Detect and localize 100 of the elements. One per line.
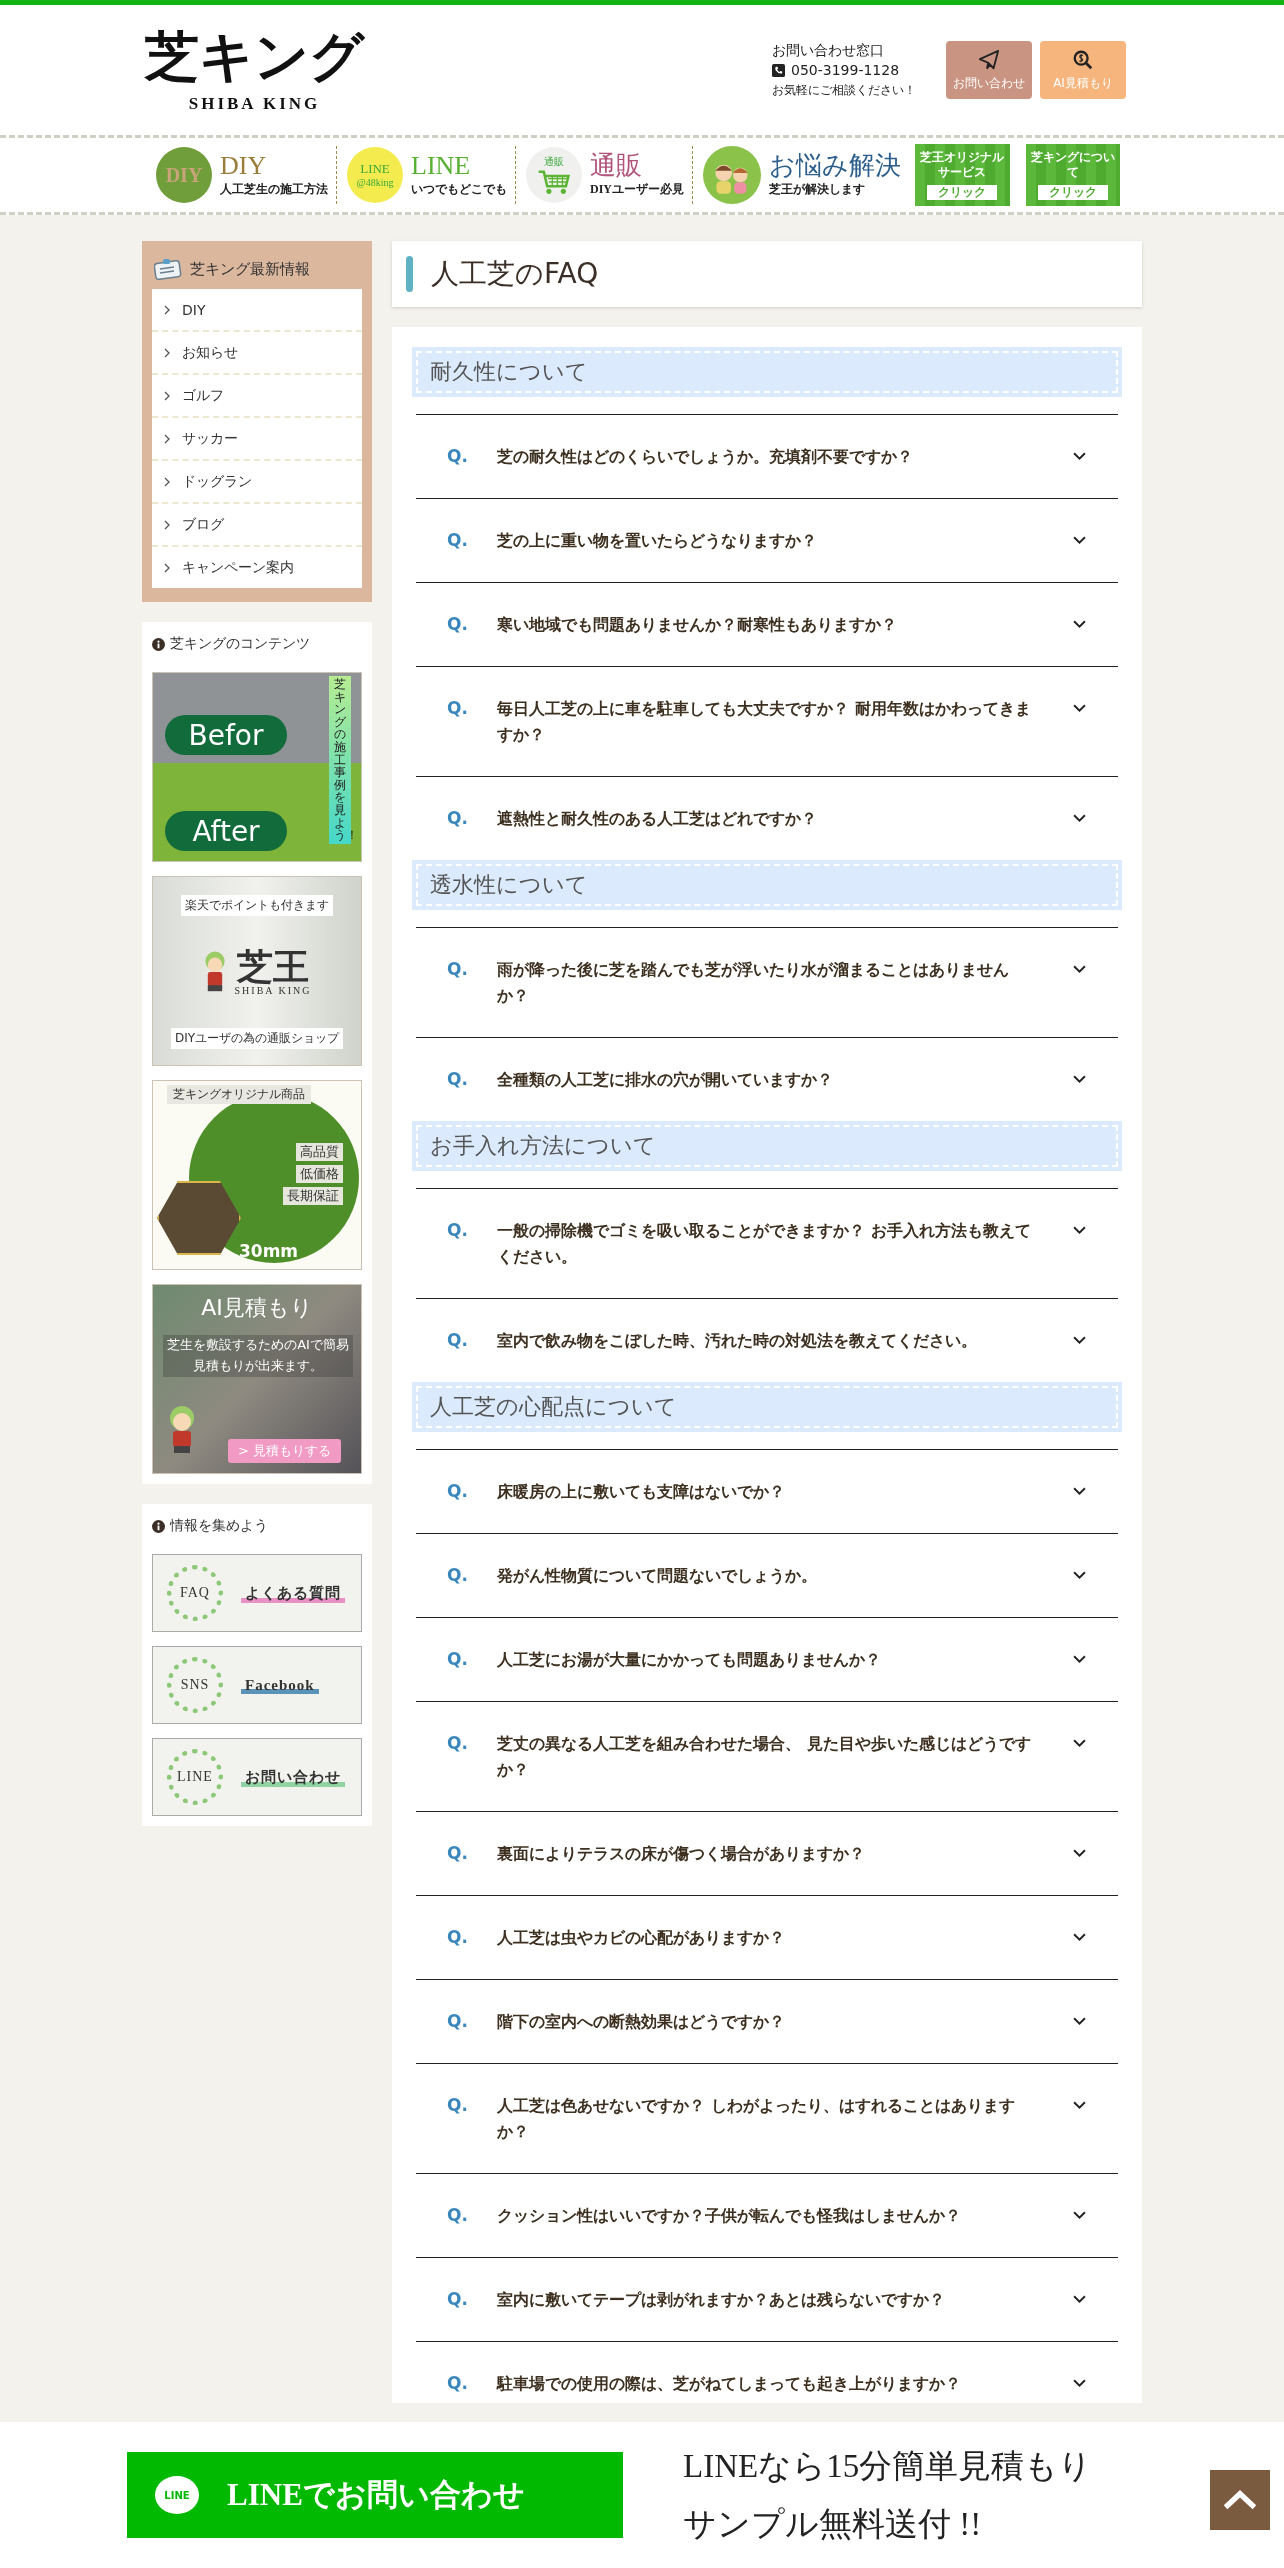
category-link[interactable]: ドッグラン (152, 461, 362, 504)
banner-tag: 低価格 (296, 1165, 343, 1183)
chevron-right-icon (164, 519, 170, 530)
chevron-down-icon (1073, 2211, 1086, 2220)
q-marker: Q. (447, 1732, 469, 1755)
nav-title[interactable]: DIY (220, 152, 328, 181)
question-text: 全種類の人工芝に排水の穴が開いていますか？ (497, 1069, 834, 1091)
chevron-down-icon (1073, 1849, 1086, 1858)
before-after-banner[interactable]: Befor After 芝キングの施工事例を見よう！ (152, 672, 362, 862)
category-link[interactable]: サッカー (152, 418, 362, 461)
faq-question[interactable]: Q. 寒い地域でも問題ありませんか？耐寒性もありますか？ (416, 582, 1118, 666)
question-text: 寒い地域でも問題ありませんか？耐寒性もありますか？ (497, 614, 898, 636)
line-logo-icon: LINE (155, 2476, 199, 2514)
chevron-right-icon (164, 562, 170, 573)
nav-title[interactable]: お悩み解決 (769, 152, 901, 181)
people-icon (703, 146, 761, 204)
section-heading: 耐久性について (412, 347, 1122, 397)
nav-subtitle: 人工芝生の施工方法 (220, 180, 328, 198)
chevron-right-icon (164, 347, 170, 358)
chevron-down-icon (1073, 814, 1086, 823)
banner-tag: 高品質 (296, 1143, 343, 1161)
banner-label: 楽天でポイントも付きます (181, 895, 333, 916)
faq-question[interactable]: Q. 裏面によりテラスの床が傷つく場合がありますか？ (416, 1811, 1118, 1895)
q-marker: Q. (447, 1926, 469, 1949)
q-marker: Q. (447, 1219, 469, 1242)
faq-question[interactable]: Q. 床暖房の上に敷いても支障はないでか？ (416, 1449, 1118, 1533)
faq-question[interactable]: Q. 雨が降った後に芝を踏んでも芝が浮いたり水が溜まることはありませんか？ (416, 927, 1118, 1037)
faq-question[interactable]: Q. 人工芝にお湯が大量にかかっても問題ありませんか？ (416, 1617, 1118, 1701)
banner-label: 30mm (239, 1241, 299, 1261)
faq-question[interactable]: Q. 発がん性物質について問題ないでしょうか。 (416, 1533, 1118, 1617)
q-marker: Q. (447, 1480, 469, 1503)
faq-question[interactable]: Q. クッション性はいいですか？子供が転んでも怪我はしませんか？ (416, 2173, 1118, 2257)
chevron-down-icon (1073, 2101, 1086, 2110)
q-marker: Q. (447, 2094, 469, 2117)
question-text: 室内で飲み物をこぼした時、汚れた時の対処法を教えてください。 (497, 1330, 978, 1352)
q-marker: Q. (447, 1068, 469, 1091)
q-marker: Q. (447, 2288, 469, 2311)
chevron-down-icon (1073, 536, 1086, 545)
question-text: 芝丈の異なる人工芝を組み合わせた場合、 見た目や歩いた感じはどうですか？ (497, 1733, 1032, 1781)
chevron-right-icon (164, 390, 170, 401)
info-banner[interactable]: FAQ よくある質問 (152, 1554, 362, 1632)
question-text: 階下の室内への断熱効果はどうですか？ (497, 2011, 786, 2033)
q-marker: Q. (447, 529, 469, 552)
category-link[interactable]: お知らせ (152, 332, 362, 375)
grass-badge: DIY (156, 147, 212, 203)
faq-question[interactable]: Q. 芝丈の異なる人工芝を組み合わせた場合、 見た目や歩いた感じはどうですか？ (416, 1701, 1118, 1811)
mascot-drawing (202, 950, 227, 994)
nav-subtitle: いつでもどこでも (411, 180, 507, 198)
banner-label: お問い合わせ (241, 1767, 345, 1787)
info-icon (152, 1519, 165, 1533)
wreath-emblem: LINE (167, 1749, 223, 1805)
chevron-up-icon (1222, 2489, 1258, 2511)
shop-banner[interactable]: 楽天でポイントも付きます 芝王 SHIBA KING DIYユーザの為の通販ショップ (152, 876, 362, 1066)
section-heading: 透水性について (412, 860, 1122, 910)
chevron-down-icon (1073, 2017, 1086, 2026)
page-title: 人工芝のFAQ (431, 256, 599, 292)
faq-question[interactable]: Q. 人工芝は色あせないですか？ しわがよったり、はすれることはありますか？ (416, 2063, 1118, 2173)
banner-label: After (165, 811, 287, 851)
product-banner[interactable]: 芝キングオリジナル商品 高品質 低価格 長期保証 30mm (152, 1080, 362, 1270)
chevron-down-icon (1073, 704, 1086, 713)
category-link[interactable]: DIY (152, 289, 362, 332)
info-banner[interactable]: LINE お問い合わせ (152, 1738, 362, 1816)
faq-question[interactable]: Q. 駐車場での使用の際は、芝がねてしまっても起き上がりますか？ (416, 2341, 1118, 2403)
faq-question[interactable]: Q. 室内に敷いてテープは剥がれますか？あとは残らないですか？ (416, 2257, 1118, 2341)
question-text: 芝の耐久性はどのくらいでしょうか。充填剤不要ですか？ (497, 446, 914, 468)
question-text: 芝の上に重い物を置いたらどうなりますか？ (497, 530, 818, 552)
contact-note: お気軽にご相談ください！ (772, 82, 916, 99)
mascot-drawing (167, 1405, 197, 1455)
category-link[interactable]: キャンペーン案内 (152, 547, 362, 588)
q-marker: Q. (447, 1842, 469, 1865)
info-icon (152, 637, 165, 651)
banner-label: 芝キングオリジナル商品 (167, 1085, 311, 1104)
faq-question[interactable]: Q. 人工芝は虫やカビの心配がありますか？ (416, 1895, 1118, 1979)
faq-question[interactable]: Q. 芝の上に重い物を置いたらどうなりますか？ (416, 498, 1118, 582)
chevron-right-icon (164, 476, 170, 487)
contact-label: お問い合わせ窓口 (772, 41, 885, 60)
cart-badge: 通販 (526, 147, 582, 203)
wreath-emblem: SNS (167, 1657, 223, 1713)
chevron-down-icon (1073, 965, 1086, 974)
faq-question[interactable]: Q. 階下の室内への断熱効果はどうですか？ (416, 1979, 1118, 2063)
category-link[interactable]: ゴルフ (152, 375, 362, 418)
back-to-top-button[interactable] (1210, 2470, 1270, 2530)
q-marker: Q. (447, 697, 469, 720)
ai-estimate-banner[interactable]: AI見積もり 芝生を敷設するためのAIで簡易見積もりが出来ます。 > 見積もりする (152, 1284, 362, 1474)
info-banner[interactable]: SNS Facebook (152, 1646, 362, 1724)
category-link[interactable]: ブログ (152, 504, 362, 547)
banner-button: > 見積もりする (227, 1439, 341, 1463)
nav-title[interactable]: 通販 (590, 152, 684, 181)
chevron-right-icon (164, 304, 170, 315)
line-badge: LINE @48king (347, 147, 403, 203)
site-logo[interactable]: 芝キング SHIBA KING (145, 25, 364, 115)
faq-question[interactable]: Q. 芝の耐久性はどのくらいでしょうか。充填剤不要ですか？ (416, 414, 1118, 498)
faq-question[interactable]: Q. 毎日人工芝の上に車を駐車しても大丈夫ですか？ 耐用年数はかわってきますか？ (416, 666, 1118, 776)
chevron-down-icon (1073, 1571, 1086, 1580)
question-text: 人工芝にお湯が大量にかかっても問題ありませんか？ (497, 1649, 882, 1671)
chevron-down-icon (1073, 1226, 1086, 1235)
phone-number[interactable]: 050-3199-1128 (791, 60, 900, 80)
faq-question[interactable]: Q. 一般の掃除機でゴミを吸い取ることができますか？ お手入れ方法も教えてください。 (416, 1188, 1118, 1298)
question-text: クッション性はいいですか？子供が転んでも怪我はしませんか？ (497, 2205, 962, 2227)
question-text: 人工芝は虫やカビの心配がありますか？ (497, 1927, 786, 1949)
